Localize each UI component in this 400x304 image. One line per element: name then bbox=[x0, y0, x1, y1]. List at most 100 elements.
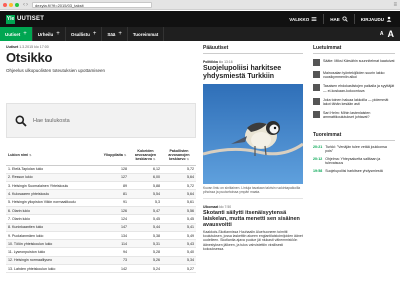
latest-time: 20:12 bbox=[313, 157, 323, 162]
cell-avg-mandatory: 5,61 bbox=[162, 198, 196, 208]
article-time: klo 7:50 bbox=[219, 205, 232, 209]
cell-students: 142 bbox=[101, 264, 129, 274]
nav-item-urheilu[interactable]: Urheilu + bbox=[33, 27, 66, 41]
column-label: Ylioppilaita bbox=[103, 152, 123, 157]
address-bar[interactable]: dezyta.fi/?fi=2015/03_taksit bbox=[32, 1, 152, 8]
forward-icon[interactable]: › bbox=[26, 2, 28, 8]
article-meta: Uutiset 1.3.2015 klo 17:00 bbox=[6, 45, 196, 49]
search-icon bbox=[342, 16, 348, 22]
table-row[interactable]: 13. Lahden yhteiskoulun lukio 142 5,24 5,27 bbox=[6, 264, 196, 274]
table-row[interactable]: 2. Ressun lukio 127 6,00 5,64 bbox=[6, 173, 196, 183]
back-icon[interactable]: ‹ bbox=[23, 2, 25, 8]
cell-students: 73 bbox=[101, 256, 129, 266]
sort-icon: ⇅ bbox=[186, 156, 190, 161]
logo-text[interactable]: UUTISET bbox=[17, 16, 44, 22]
cell-school-name: 9. Puolalanmäen lukio bbox=[6, 231, 101, 241]
table-row[interactable]: 9. Puolalanmäen lukio 134 5,38 5,49 bbox=[6, 231, 196, 241]
latest-item[interactable]: 20:12 Ohjelma: Yhteysaluetta sallitaan ja… bbox=[313, 157, 395, 165]
main-nav: Uutiset + Urheilu + Osallistu + Sää + Tuorei… bbox=[0, 27, 400, 41]
most-read-title: Joka toinen haluaa lakkoilla — pidemmät … bbox=[323, 97, 389, 107]
search-icon bbox=[15, 115, 27, 127]
browser-toolbar: ‹ › dezyta.fi/?fi=2015/03_taksit ≡ bbox=[0, 0, 400, 10]
column-heading: Tuoreimmat bbox=[313, 132, 395, 141]
cell-avg-mandatory: 5,64 bbox=[162, 189, 196, 199]
browser-nav: ‹ › bbox=[23, 2, 28, 8]
table-row[interactable]: 10. Tölön yhteiskoulun lukio 114 5,31 5,43 bbox=[6, 239, 196, 249]
main-news-column: Pääuutiset Politiikka klo 13:16 Suojelup… bbox=[203, 45, 303, 251]
site-header: Yle UUTISET VALIKKO HAE KIRJAUDU bbox=[0, 11, 400, 27]
cell-avg-mandatory: 5,40 bbox=[162, 247, 196, 257]
cell-avg-mandatory: 5,72 bbox=[162, 181, 196, 191]
photo-caption: Kuvan lintu on sinitiainen. Lintuja tava… bbox=[203, 186, 301, 194]
article-category[interactable]: Ulkomaat bbox=[203, 205, 218, 209]
nav-item-osallistu[interactable]: Osallistu + bbox=[66, 27, 103, 41]
latest-item[interactable]: 20:21 Turkki: "Venäjän tulee vetää joukko… bbox=[313, 145, 395, 153]
most-read-item[interactable]: Sääte: Miksi Kärsähin suunnitelmat kaatu… bbox=[313, 59, 395, 66]
latest-list: 20:21 Turkki: "Venäjän tulee vetää joukko… bbox=[313, 145, 395, 174]
table-row[interactable]: 6. Olarin lukio 126 5,47 5,56 bbox=[6, 206, 196, 216]
text-smaller-button[interactable]: A bbox=[380, 31, 384, 37]
most-read-item[interactable]: Mainosalan työntekijöiden suurin lakko v… bbox=[313, 71, 395, 79]
latest-item[interactable]: 19:58 Suojelupoliisi harkitsee yhdysmiest… bbox=[313, 169, 395, 173]
latest-time: 19:58 bbox=[313, 169, 323, 174]
cell-school-name: 3. Helsingin Suomalainen Yhteiskoulu bbox=[6, 181, 101, 191]
latest-title: Turkki: "Venäjän tulee vetää joukkonsa p… bbox=[325, 144, 387, 153]
table-row[interactable]: 7. Olarin lukio 124 5,45 5,45 bbox=[6, 214, 196, 224]
table-row[interactable]: 3. Helsingin Suomalainen Yhteiskoulu 89 5,… bbox=[6, 181, 196, 191]
sort-icon: ⇅ bbox=[153, 156, 156, 161]
expand-icon: + bbox=[118, 31, 122, 37]
column-header-avg-all[interactable]: Kokeiden arvosanojen keskiarvo ⇅ bbox=[129, 145, 162, 166]
yle-logo[interactable]: Yle bbox=[6, 14, 15, 24]
table-header-row: Lukion nimi ⇅ Ylioppilaita ⇅ Kokeiden ar… bbox=[6, 145, 196, 166]
column-heading: Pääuutiset bbox=[203, 45, 303, 54]
table-row[interactable]: 11. Lyseonpuiston lukio 94 5,28 5,40 bbox=[6, 247, 196, 257]
table-row[interactable]: 1. Etelä-Tapiolan lukio 128 6,12 5,72 bbox=[6, 165, 196, 174]
bird-photo[interactable] bbox=[203, 84, 303, 184]
table-search-input[interactable]: Hae taulukosta bbox=[6, 103, 196, 138]
nav-item-tuoreimmat[interactable]: Tuoreimmat bbox=[128, 27, 165, 41]
article-section[interactable]: Uutiset bbox=[6, 45, 18, 49]
table-row[interactable]: 4. Kulosaaren yhteiskoulu 81 5,54 5,64 bbox=[6, 189, 196, 199]
cell-students: 81 bbox=[101, 189, 129, 199]
most-read-list: Sääte: Miksi Kärsähin suunnitelmat kaatu… bbox=[313, 59, 395, 120]
browser-menu-icon[interactable]: ≡ bbox=[393, 2, 397, 8]
column-header-avg-mandatory[interactable]: Pakollisten arvosanojen keskiarvo ⇅ bbox=[162, 145, 196, 166]
headline-link[interactable]: Suojelupoliisi harkitsee yhdysmiestä Tur… bbox=[203, 65, 303, 80]
nav-item-saa[interactable]: Sää + bbox=[102, 27, 128, 41]
menu-button[interactable]: VALIKKO bbox=[289, 16, 317, 22]
headline-link[interactable]: Skotanti säilytti itsenäisyytensä laiske… bbox=[203, 210, 303, 228]
nav-label: Tuoreimmat bbox=[132, 31, 159, 37]
most-read-item[interactable]: Tasaisen ehdokaslistojen paikalla ja syy… bbox=[313, 84, 395, 93]
text-larger-button[interactable]: A bbox=[388, 29, 395, 39]
cell-avg-all: 6,12 bbox=[129, 165, 162, 174]
most-read-item[interactable]: Joka toinen haluaa lakkoilla — pidemmät … bbox=[313, 97, 395, 107]
most-read-item[interactable]: Sari Helm: Mihin lastenlaisten ammattiko… bbox=[313, 111, 395, 119]
search-button[interactable]: HAE bbox=[330, 16, 348, 22]
column-header-name[interactable]: Lukion nimi ⇅ bbox=[6, 145, 101, 166]
table-row[interactable]: 12. Helsingin normaalilyseo 73 5,26 5,34 bbox=[6, 256, 196, 266]
article-category[interactable]: Politiikka bbox=[203, 60, 218, 64]
cell-avg-mandatory: 5,27 bbox=[162, 264, 196, 274]
most-read-title: Sääte: Miksi Kärsähin suunnitelmat kaatu… bbox=[323, 59, 395, 63]
article-meta: Ulkomaat klo 7:50 bbox=[203, 205, 303, 209]
maximize-window-icon[interactable] bbox=[15, 2, 19, 7]
cell-avg-all: 5,47 bbox=[129, 206, 162, 216]
table-row[interactable]: 5. Helsingin yliopiston Viikin normaalik… bbox=[6, 198, 196, 208]
thumbnail-image bbox=[313, 111, 320, 119]
most-read-title: Sari Helm: Mihin lastenlaisten ammattiko… bbox=[323, 111, 371, 120]
cell-avg-mandatory: 5,43 bbox=[162, 239, 196, 249]
latest-title: Suojelupoliisi harkitsee yhdysmiestä bbox=[325, 169, 383, 174]
column-header-students[interactable]: Ylioppilaita ⇅ bbox=[101, 145, 129, 166]
thumbnail-image bbox=[313, 97, 320, 105]
thumbnail-image bbox=[313, 71, 320, 78]
cell-school-name: 8. Kuninkaantien lukio bbox=[6, 223, 101, 232]
minimize-window-icon[interactable] bbox=[9, 2, 13, 7]
cell-students: 91 bbox=[101, 198, 129, 208]
login-button[interactable]: KIRJAUDU bbox=[361, 16, 392, 22]
table-row[interactable]: 8. Kuninkaantien lukio 147 5,44 5,41 bbox=[6, 223, 196, 232]
nav-item-uutiset[interactable]: Uutiset + bbox=[0, 27, 33, 41]
search-label: HAE bbox=[330, 16, 340, 22]
most-read-title: Mainosalan työntekijöiden suurin lakko v… bbox=[323, 71, 385, 80]
close-window-icon[interactable] bbox=[3, 2, 7, 7]
window-controls[interactable] bbox=[3, 2, 19, 7]
